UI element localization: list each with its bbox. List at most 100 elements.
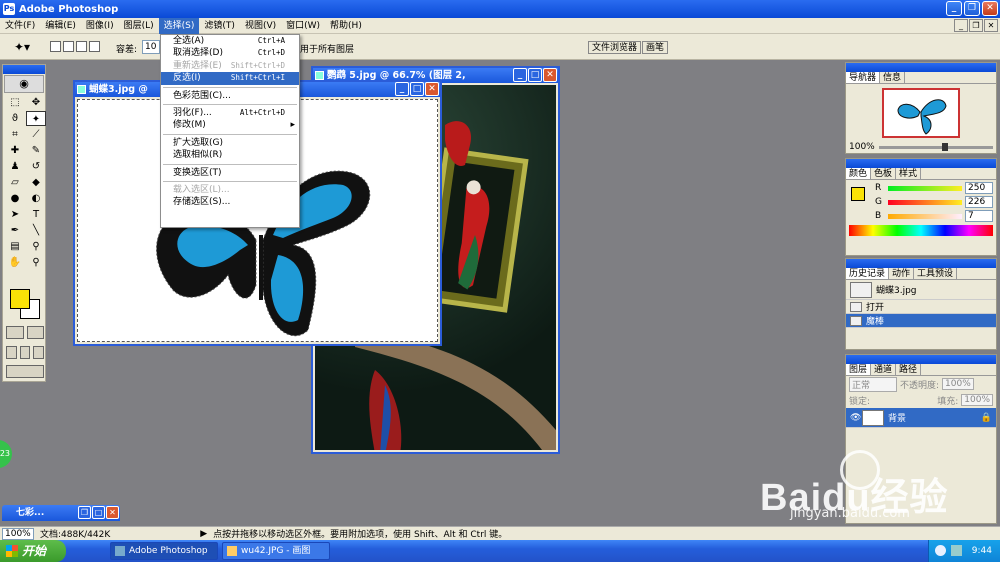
- add-selection-icon[interactable]: [63, 41, 74, 52]
- menu-image[interactable]: 图像(I): [81, 18, 119, 34]
- crop-tool-icon[interactable]: ⌗: [5, 127, 25, 142]
- history-step-magic-wand[interactable]: 魔棒: [846, 314, 996, 328]
- minwin-restore-button[interactable]: ❐: [78, 506, 91, 519]
- screen-mode-3-icon[interactable]: [33, 346, 45, 359]
- eyedropper-tool-icon[interactable]: ⚲: [26, 239, 46, 254]
- menu-edit[interactable]: 编辑(E): [40, 18, 81, 34]
- menu-item-grow[interactable]: 扩大选取(G): [161, 137, 299, 149]
- parrot-close-button[interactable]: ✕: [543, 68, 557, 82]
- butterfly-close-button[interactable]: ✕: [425, 82, 439, 96]
- eye-icon[interactable]: 👁: [850, 413, 862, 423]
- tab-actions[interactable]: 动作: [889, 268, 915, 279]
- tab-styles[interactable]: 样式: [896, 168, 922, 179]
- path-select-icon[interactable]: ➤: [5, 207, 25, 222]
- menu-file[interactable]: 文件(F): [0, 18, 40, 34]
- tolerance-input[interactable]: 10: [142, 40, 160, 54]
- tray-network-icon[interactable]: [951, 545, 962, 556]
- marquee-tool-icon[interactable]: ⬚: [5, 95, 25, 110]
- task-photoshop[interactable]: Adobe Photoshop: [110, 542, 218, 560]
- zoom-tool-icon[interactable]: ⚲: [26, 255, 46, 270]
- brushes-tab[interactable]: 画笔: [642, 41, 669, 54]
- menu-item-select-all[interactable]: 全选(A) Ctrl+A: [161, 35, 299, 47]
- parrot-min-button[interactable]: _: [513, 68, 527, 82]
- tab-swatches[interactable]: 色板: [871, 168, 897, 179]
- all-layers-checkbox-label[interactable]: 用于所有图层: [300, 42, 354, 55]
- magic-wand-icon[interactable]: ✦▾: [14, 40, 30, 54]
- r-slider[interactable]: [888, 185, 962, 191]
- doc-minimize-button[interactable]: _: [954, 19, 968, 32]
- tab-layers[interactable]: 图层: [846, 364, 872, 375]
- menu-item-inverse[interactable]: 反选(I) Shift+Ctrl+I: [161, 72, 299, 85]
- doc-close-button[interactable]: ✕: [984, 19, 998, 32]
- status-doc-size[interactable]: 文档:488K/442K: [40, 527, 110, 540]
- minwin-max-button[interactable]: □: [92, 506, 105, 519]
- pen-tool-icon[interactable]: ✒: [5, 223, 25, 238]
- line-tool-icon[interactable]: ╲: [26, 223, 46, 238]
- blend-mode-select[interactable]: 正常: [849, 376, 897, 392]
- g-input[interactable]: 226: [965, 196, 993, 208]
- navigator-thumbnail[interactable]: [882, 88, 960, 138]
- notes-tool-icon[interactable]: ▤: [5, 239, 25, 254]
- menu-item-transform-selection[interactable]: 变换选区(T): [161, 167, 299, 179]
- close-button[interactable]: ✕: [982, 1, 998, 16]
- minimized-document-window[interactable]: 七彩... ❐ □ ✕: [2, 505, 120, 521]
- butterfly-min-button[interactable]: _: [395, 82, 409, 96]
- b-input[interactable]: 7: [965, 210, 993, 222]
- menu-item-color-range[interactable]: 色彩范围(C)...: [161, 90, 299, 102]
- intersect-selection-icon[interactable]: [89, 41, 100, 52]
- color-fg-swatch[interactable]: [851, 187, 865, 201]
- menu-item-save-selection[interactable]: 存储选区(S)...: [161, 196, 299, 208]
- status-zoom-input[interactable]: 100%: [2, 527, 34, 540]
- healing-tool-icon[interactable]: ✚: [5, 143, 25, 158]
- start-button[interactable]: 开始: [0, 540, 66, 562]
- fill-input[interactable]: 100%: [961, 394, 993, 406]
- magic-wand-tool-icon[interactable]: ✦: [26, 111, 46, 126]
- minimize-button[interactable]: _: [946, 1, 962, 16]
- side-badge[interactable]: 23: [0, 440, 12, 468]
- menu-item-similar[interactable]: 选取相似(R): [161, 149, 299, 161]
- lasso-tool-icon[interactable]: ϑ: [5, 111, 25, 126]
- bucket-tool-icon[interactable]: ◆: [26, 175, 46, 190]
- tab-info[interactable]: 信息: [880, 72, 906, 83]
- doc-restore-button[interactable]: ❐: [969, 19, 983, 32]
- tray-icon[interactable]: [935, 545, 946, 556]
- tab-paths[interactable]: 路径: [896, 364, 922, 375]
- restore-button[interactable]: ❐: [964, 1, 980, 16]
- new-selection-icon[interactable]: [50, 41, 61, 52]
- tab-navigator[interactable]: 导航器: [846, 72, 881, 83]
- screen-mode-1-icon[interactable]: [6, 346, 17, 359]
- standard-mode-icon[interactable]: [6, 326, 24, 339]
- menu-view[interactable]: 视图(V): [240, 18, 281, 34]
- hand-tool-icon[interactable]: ✋: [5, 255, 25, 270]
- navigator-zoom-value[interactable]: 100%: [849, 142, 875, 152]
- r-input[interactable]: 250: [965, 182, 993, 194]
- tab-channels[interactable]: 通道: [871, 364, 897, 375]
- blur-tool-icon[interactable]: ●: [5, 191, 25, 206]
- quickmask-mode-icon[interactable]: [26, 326, 44, 339]
- menu-item-feather[interactable]: 羽化(F)... Alt+Ctrl+D: [161, 107, 299, 119]
- move-tool-icon[interactable]: ✥: [26, 95, 46, 110]
- menu-item-deselect[interactable]: 取消选择(D) Ctrl+D: [161, 47, 299, 59]
- menu-filter[interactable]: 滤镜(T): [199, 18, 240, 34]
- parrot-max-button[interactable]: □: [528, 68, 542, 82]
- opacity-input[interactable]: 100%: [942, 378, 974, 390]
- foreground-color-swatch[interactable]: [10, 289, 30, 309]
- color-spectrum-bar[interactable]: [849, 225, 993, 236]
- history-snapshot[interactable]: 蝴蝶3.jpg: [846, 280, 996, 300]
- dodge-tool-icon[interactable]: ◐: [26, 191, 46, 206]
- g-slider[interactable]: [888, 199, 962, 205]
- tab-tool-presets[interactable]: 工具预设: [914, 268, 958, 279]
- jump-to-imageready-icon[interactable]: [6, 365, 44, 378]
- history-brush-icon[interactable]: ↺: [26, 159, 46, 174]
- menu-select[interactable]: 选择(S): [158, 17, 200, 34]
- minwin-close-button[interactable]: ✕: [106, 506, 119, 519]
- brush-tool-icon[interactable]: ✎: [26, 143, 46, 158]
- screen-mode-2-icon[interactable]: [19, 346, 31, 359]
- b-slider[interactable]: [888, 213, 962, 219]
- menu-item-modify[interactable]: 修改(M) ▸: [161, 119, 299, 131]
- slice-tool-icon[interactable]: ⟋: [26, 127, 46, 142]
- navigator-zoom-slider[interactable]: [878, 142, 993, 151]
- layer-row-background[interactable]: 👁 背景 🔒: [846, 408, 996, 428]
- file-browser-tab[interactable]: 文件浏览器: [588, 41, 642, 54]
- butterfly-max-button[interactable]: □: [410, 82, 424, 96]
